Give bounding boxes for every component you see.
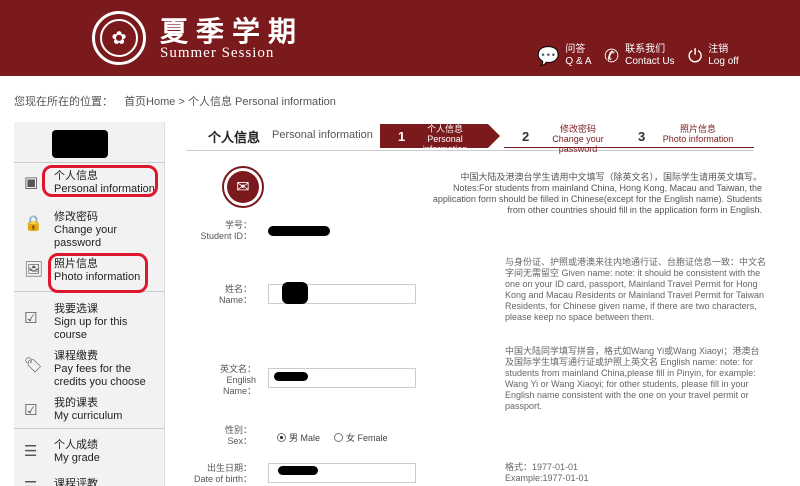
mail-icon: ✉ <box>222 166 264 208</box>
breadcrumb: 您现在所在的位置： 首页Home > 个人信息 Personal informa… <box>14 96 336 108</box>
list-icon: ☰ <box>24 443 38 460</box>
page-title: 个人信息 <box>208 130 261 145</box>
step-1-personal-information[interactable]: 1 个人信息 Personal information <box>380 124 500 148</box>
radio-male[interactable] <box>277 433 286 442</box>
radio-female[interactable] <box>334 433 344 442</box>
sidebar: ▣ 个人信息 Personal information 🔒 修改密码 Change … <box>14 122 165 486</box>
step-2-change-password[interactable]: 2 修改密码 Change your password <box>504 124 624 154</box>
english-name-note: 中国大陆同学填写拼音，格式如Wang Yi或Wang Xiaoyi；港澳台及国际… <box>505 346 760 411</box>
chat-bubble-icon: 💬 <box>537 45 560 66</box>
progress-steps: 1 个人信息 Personal information 2 修改密码 Change … <box>380 124 755 154</box>
site-header: ✿ 夏季学期 Summer Session 💬 问答 Q & A ✆ 联系我们 Co… <box>0 0 800 76</box>
power-icon: ⏻ <box>688 45 703 66</box>
nav-qa[interactable]: 💬 问答 Q & A <box>537 44 592 68</box>
redacted-dob <box>278 466 318 475</box>
redacted-avatar <box>52 130 108 158</box>
brand-title-cn: 夏季学期 <box>160 15 305 48</box>
sex-radio-group: 男 Male 女 Female <box>277 431 388 444</box>
nav-contact-us[interactable]: ✆ 联系我们 Contact Us <box>604 44 675 68</box>
price-tag-icon: 🏷 <box>24 357 44 374</box>
brand-title-en: Summer Session <box>160 45 275 61</box>
step-3-photo-information[interactable]: 3 照片信息 Photo information <box>620 124 754 148</box>
dob-label: 出生日期： Date of birth： <box>193 463 252 484</box>
redacted-name <box>282 282 308 304</box>
university-seal-icon[interactable]: ✿ <box>92 11 146 65</box>
name-note: 与身份证、护照或港澳来往内地通行证、台胞证信息一致：中文名字间无需留空 Give… <box>505 257 767 322</box>
sex-label: 性别： Sex： <box>224 425 252 446</box>
student-id-label: 学号： Student ID： <box>200 220 252 241</box>
red-highlight-box <box>42 165 158 197</box>
nav-log-off[interactable]: ⏻ 注销 Log off <box>688 44 739 68</box>
red-highlight-box <box>48 253 148 293</box>
english-name-label: 英文名： English Name： <box>219 364 256 396</box>
redacted-student-id <box>268 226 330 236</box>
form-note: 中国大陆及港澳台学生请用中文填写（除英文名），国际学生请用英文填写。Notes:… <box>432 172 762 215</box>
list-icon: ☰ <box>24 478 37 486</box>
page-subtitle: Personal information <box>272 129 373 141</box>
phone-icon: ✆ <box>604 45 620 66</box>
lock-icon: 🔒 <box>24 215 43 232</box>
checkbox-icon: ☑ <box>24 310 38 327</box>
breadcrumb-home-link[interactable]: 首页Home <box>124 96 175 108</box>
checkbox-icon: ☑ <box>24 402 38 419</box>
redacted-english-name <box>274 372 308 381</box>
dob-note: 格式：1977-01-01 Example:1977-01-01 <box>505 462 589 483</box>
name-label: 姓名： Name： <box>218 284 252 305</box>
id-card-icon: ▣ <box>24 174 39 191</box>
breadcrumb-current: 个人信息 Personal information <box>187 96 336 108</box>
photo-icon: 🖼 <box>24 261 44 278</box>
